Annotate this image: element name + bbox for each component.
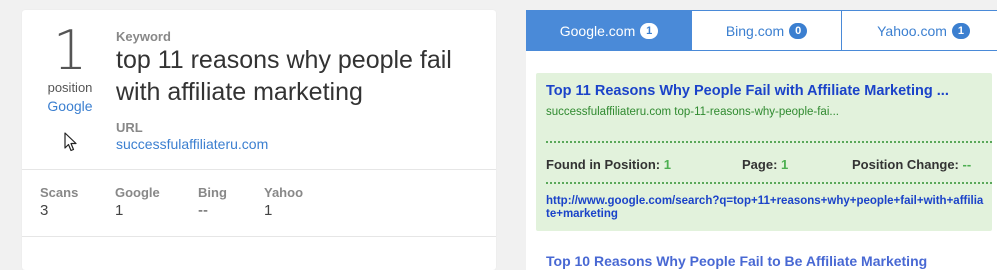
found-position-label: Found in Position: bbox=[546, 157, 661, 172]
engine-tabs: Google.com 1 Bing.com 0 Yahoo.com 1 bbox=[526, 10, 997, 51]
stat-label: Google bbox=[115, 185, 160, 200]
found-position-value: 1 bbox=[663, 157, 671, 172]
stat-yahoo: Yahoo 1 bbox=[264, 185, 303, 219]
tab-label: Bing.com bbox=[725, 22, 785, 39]
search-result-card: Top 11 Reasons Why People Fail with Affi… bbox=[536, 73, 992, 231]
result-title-link[interactable]: Top 11 Reasons Why People Fail with Affi… bbox=[546, 83, 976, 99]
tab-google[interactable]: Google.com 1 bbox=[527, 11, 692, 50]
search-results-panel: Google.com 1 Bing.com 0 Yahoo.com 1 Top … bbox=[526, 10, 997, 270]
position-change: Position Change: -- bbox=[852, 157, 971, 172]
page-info: Page: 1 bbox=[742, 157, 788, 172]
stat-label: Bing bbox=[198, 185, 227, 200]
position-engine-link[interactable]: Google bbox=[22, 98, 118, 114]
page-label: Page: bbox=[742, 157, 778, 172]
tab-count-badge: 0 bbox=[789, 22, 808, 39]
position-change-label: Position Change: bbox=[852, 157, 959, 172]
divider bbox=[22, 236, 496, 237]
position-block: 1 position Google bbox=[22, 19, 118, 115]
tab-count-badge: 1 bbox=[640, 22, 659, 39]
stat-value: 1 bbox=[264, 202, 273, 219]
keyword-label: Keyword bbox=[116, 29, 171, 44]
tab-yahoo[interactable]: Yahoo.com 1 bbox=[842, 11, 997, 50]
tab-label: Yahoo.com bbox=[877, 22, 947, 39]
keyword-text: top 11 reasons why people fail with affi… bbox=[116, 46, 452, 106]
mouse-cursor-icon bbox=[64, 132, 77, 152]
tab-count-badge: 1 bbox=[951, 22, 970, 39]
search-query-link[interactable]: http://www.google.com/search?q=top+11+re… bbox=[546, 195, 986, 221]
page-value: 1 bbox=[781, 157, 789, 172]
position-number: 1 bbox=[52, 19, 88, 82]
tab-label: Google.com bbox=[559, 22, 636, 39]
result-display-url: successfulaffiliateru.com top-11-reasons… bbox=[546, 106, 839, 118]
divider bbox=[22, 169, 496, 170]
stat-value: 1 bbox=[115, 202, 124, 219]
stat-bing: Bing -- bbox=[198, 185, 227, 219]
url-label: URL bbox=[116, 120, 143, 135]
dotted-divider bbox=[546, 141, 992, 143]
found-position: Found in Position: 1 bbox=[546, 157, 671, 172]
keyword-card: 1 position Google Keyword top 11 reasons… bbox=[22, 10, 496, 270]
position-label: position bbox=[47, 80, 93, 95]
stat-google: Google 1 bbox=[115, 185, 160, 219]
position-change-value: -- bbox=[962, 157, 972, 172]
stat-value: 3 bbox=[40, 202, 49, 219]
dotted-divider bbox=[546, 182, 992, 184]
url-link[interactable]: successfulaffiliateru.com bbox=[116, 136, 268, 152]
next-result-title-link[interactable]: Top 10 Reasons Why People Fail to Be Aff… bbox=[546, 253, 927, 269]
stat-label: Yahoo bbox=[264, 185, 304, 200]
tab-bing[interactable]: Bing.com 0 bbox=[692, 11, 842, 50]
stat-scans: Scans 3 bbox=[40, 185, 78, 219]
stat-value: -- bbox=[198, 202, 208, 219]
stat-label: Scans bbox=[40, 185, 79, 200]
